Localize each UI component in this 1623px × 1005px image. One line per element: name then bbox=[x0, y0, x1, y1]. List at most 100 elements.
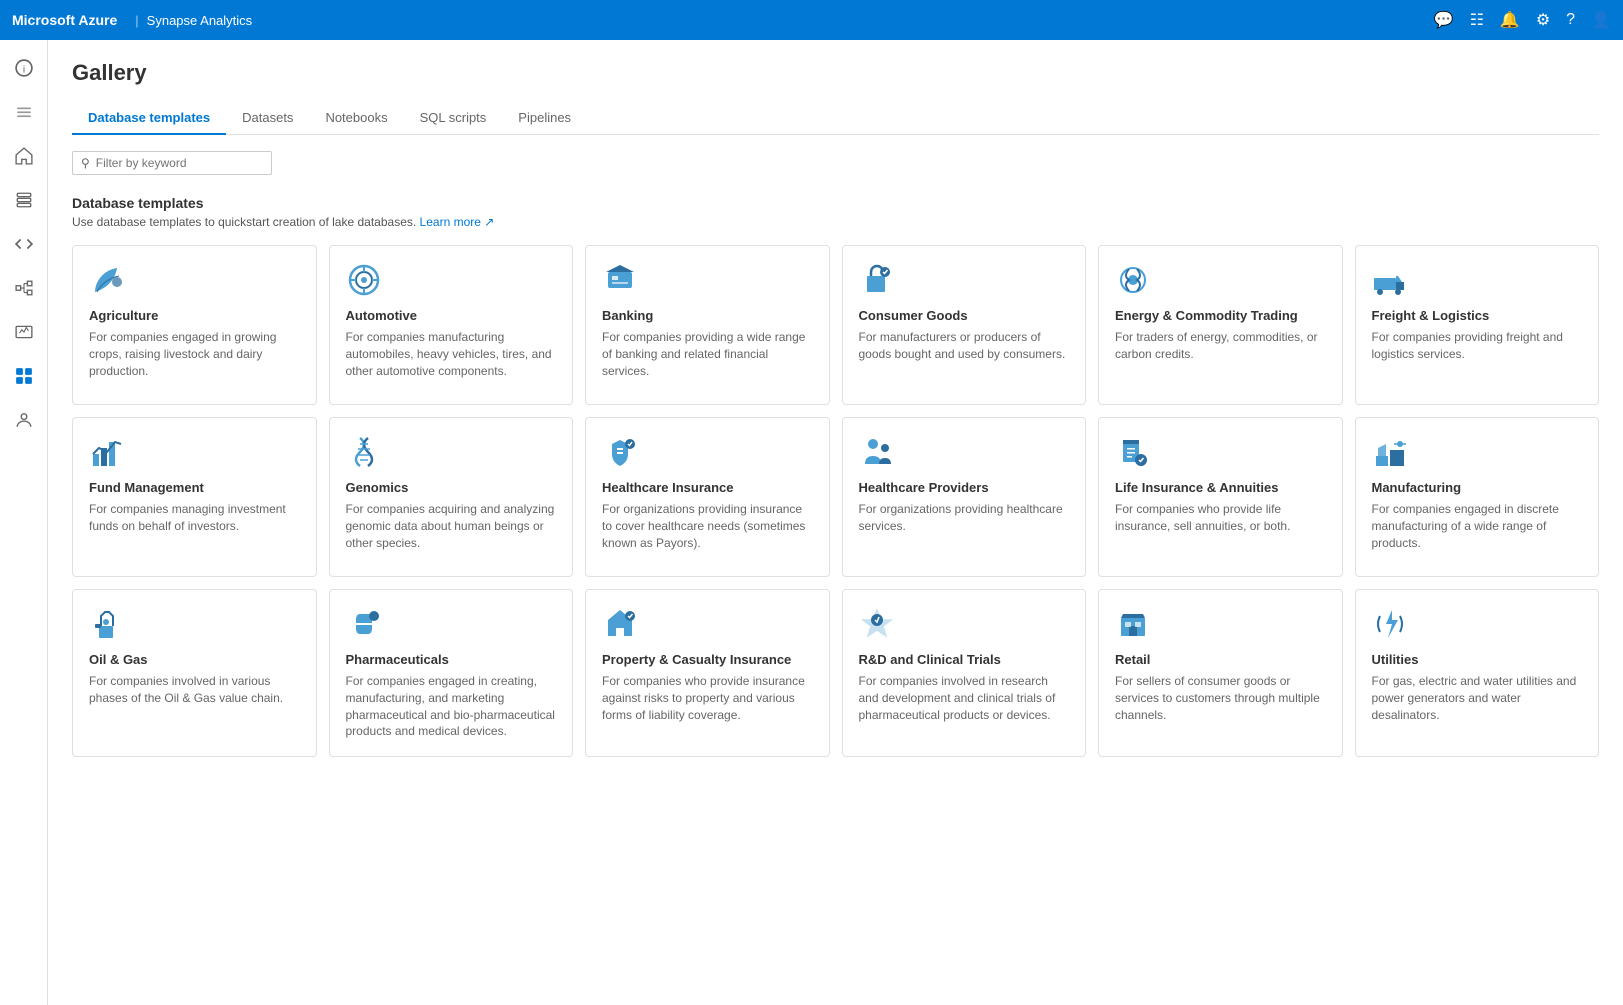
card-title-freight-logistics: Freight & Logistics bbox=[1372, 308, 1583, 323]
card-title-automotive: Automotive bbox=[346, 308, 557, 323]
sidebar-item-data[interactable] bbox=[4, 180, 44, 220]
cards-grid: Agriculture For companies engaged in gro… bbox=[72, 245, 1599, 757]
card-title-consumer-goods: Consumer Goods bbox=[859, 308, 1070, 323]
filter-icon: ⚲ bbox=[81, 156, 90, 170]
sidebar-item-gallery[interactable] bbox=[4, 356, 44, 396]
card-consumer-goods[interactable]: Consumer Goods For manufacturers or prod… bbox=[842, 245, 1087, 405]
card-automotive[interactable]: Automotive For companies manufacturing a… bbox=[329, 245, 574, 405]
card-healthcare-providers[interactable]: Healthcare Providers For organizations p… bbox=[842, 417, 1087, 577]
card-agriculture[interactable]: Agriculture For companies engaged in gro… bbox=[72, 245, 317, 405]
tab-database-templates[interactable]: Database templates bbox=[72, 102, 226, 135]
sidebar-item-monitor[interactable] bbox=[4, 312, 44, 352]
card-desc-agriculture: For companies engaged in growing crops, … bbox=[89, 329, 300, 379]
card-desc-energy-commodity: For traders of energy, commodities, or c… bbox=[1115, 329, 1326, 363]
card-banking[interactable]: Banking For companies providing a wide r… bbox=[585, 245, 830, 405]
card-title-rnd-clinical: R&D and Clinical Trials bbox=[859, 652, 1070, 667]
card-pharmaceuticals[interactable]: Pharmaceuticals For companies engaged in… bbox=[329, 589, 574, 757]
card-icon-oil-gas bbox=[89, 606, 125, 642]
card-icon-genomics bbox=[346, 434, 382, 470]
top-bar-icons: 💬 ☷ 🔔 ⚙ ? 👤 bbox=[1434, 10, 1611, 30]
section-title: Database templates bbox=[72, 195, 1599, 211]
card-icon-consumer-goods bbox=[859, 262, 895, 298]
card-desc-retail: For sellers of consumer goods or service… bbox=[1115, 673, 1326, 723]
card-energy-commodity[interactable]: Energy & Commodity Trading For traders o… bbox=[1098, 245, 1343, 405]
tabs-bar: Database templates Datasets Notebooks SQ… bbox=[72, 102, 1599, 135]
brand-separator: | bbox=[135, 13, 138, 28]
filter-input-wrapper[interactable]: ⚲ bbox=[72, 151, 272, 175]
card-title-fund-management: Fund Management bbox=[89, 480, 300, 495]
card-desc-pharmaceuticals: For companies engaged in creating, manuf… bbox=[346, 673, 557, 740]
card-utilities[interactable]: Utilities For gas, electric and water ut… bbox=[1355, 589, 1600, 757]
card-title-genomics: Genomics bbox=[346, 480, 557, 495]
card-desc-utilities: For gas, electric and water utilities an… bbox=[1372, 673, 1583, 723]
card-property-casualty[interactable]: Property & Casualty Insurance For compan… bbox=[585, 589, 830, 757]
page-title: Gallery bbox=[72, 60, 1599, 86]
card-icon-freight-logistics bbox=[1372, 262, 1408, 298]
card-title-retail: Retail bbox=[1115, 652, 1326, 667]
card-icon-life-insurance bbox=[1115, 434, 1151, 470]
card-desc-freight-logistics: For companies providing freight and logi… bbox=[1372, 329, 1583, 363]
app-layout: i Gallery Database templates bbox=[0, 40, 1623, 1005]
filter-bar: ⚲ bbox=[72, 151, 1599, 175]
sidebar-item-info[interactable]: i bbox=[4, 48, 44, 88]
card-title-manufacturing: Manufacturing bbox=[1372, 480, 1583, 495]
filter-input[interactable] bbox=[96, 156, 263, 170]
card-desc-oil-gas: For companies involved in various phases… bbox=[89, 673, 300, 707]
tab-datasets[interactable]: Datasets bbox=[226, 102, 309, 135]
tab-notebooks[interactable]: Notebooks bbox=[309, 102, 403, 135]
learn-more-link[interactable]: Learn more ↗ bbox=[420, 215, 495, 229]
card-title-healthcare-providers: Healthcare Providers bbox=[859, 480, 1070, 495]
account-icon[interactable]: 👤 bbox=[1591, 10, 1611, 30]
card-title-healthcare-insurance: Healthcare Insurance bbox=[602, 480, 813, 495]
tab-pipelines[interactable]: Pipelines bbox=[502, 102, 587, 135]
card-icon-rnd-clinical bbox=[859, 606, 895, 642]
card-title-agriculture: Agriculture bbox=[89, 308, 300, 323]
card-desc-fund-management: For companies managing investment funds … bbox=[89, 501, 300, 535]
sidebar-item-manage[interactable] bbox=[4, 400, 44, 440]
card-title-pharmaceuticals: Pharmaceuticals bbox=[346, 652, 557, 667]
card-genomics[interactable]: Genomics For companies acquiring and ana… bbox=[329, 417, 574, 577]
notifications-icon[interactable]: 🔔 bbox=[1500, 10, 1520, 30]
card-rnd-clinical[interactable]: R&D and Clinical Trials For companies in… bbox=[842, 589, 1087, 757]
card-retail[interactable]: Retail For sellers of consumer goods or … bbox=[1098, 589, 1343, 757]
card-fund-management[interactable]: Fund Management For companies managing i… bbox=[72, 417, 317, 577]
card-title-banking: Banking bbox=[602, 308, 813, 323]
card-life-insurance[interactable]: Life Insurance & Annuities For companies… bbox=[1098, 417, 1343, 577]
help-icon[interactable]: ? bbox=[1566, 11, 1575, 29]
card-icon-fund-management bbox=[89, 434, 125, 470]
card-desc-healthcare-providers: For organizations providing healthcare s… bbox=[859, 501, 1070, 535]
sidebar: i bbox=[0, 40, 48, 1005]
feedback-icon[interactable]: 💬 bbox=[1434, 10, 1454, 30]
card-healthcare-insurance[interactable]: Healthcare Insurance For organizations p… bbox=[585, 417, 830, 577]
tab-sql-scripts[interactable]: SQL scripts bbox=[404, 102, 503, 135]
section-description: Use database templates to quickstart cre… bbox=[72, 215, 1599, 229]
card-title-energy-commodity: Energy & Commodity Trading bbox=[1115, 308, 1326, 323]
card-title-property-casualty: Property & Casualty Insurance bbox=[602, 652, 813, 667]
card-oil-gas[interactable]: Oil & Gas For companies involved in vari… bbox=[72, 589, 317, 757]
card-icon-automotive bbox=[346, 262, 382, 298]
card-title-utilities: Utilities bbox=[1372, 652, 1583, 667]
settings-icon[interactable]: ⚙ bbox=[1536, 10, 1550, 30]
card-icon-banking bbox=[602, 262, 638, 298]
card-desc-rnd-clinical: For companies involved in research and d… bbox=[859, 673, 1070, 723]
card-icon-healthcare-providers bbox=[859, 434, 895, 470]
card-desc-automotive: For companies manufacturing automobiles,… bbox=[346, 329, 557, 379]
card-icon-manufacturing bbox=[1372, 434, 1408, 470]
sidebar-item-home[interactable] bbox=[4, 136, 44, 176]
card-title-oil-gas: Oil & Gas bbox=[89, 652, 300, 667]
card-icon-pharmaceuticals bbox=[346, 606, 382, 642]
card-desc-manufacturing: For companies engaged in discrete manufa… bbox=[1372, 501, 1583, 551]
card-icon-agriculture bbox=[89, 262, 125, 298]
card-manufacturing[interactable]: Manufacturing For companies engaged in d… bbox=[1355, 417, 1600, 577]
card-icon-energy-commodity bbox=[1115, 262, 1151, 298]
card-freight-logistics[interactable]: Freight & Logistics For companies provid… bbox=[1355, 245, 1600, 405]
card-desc-genomics: For companies acquiring and analyzing ge… bbox=[346, 501, 557, 551]
card-icon-property-casualty bbox=[602, 606, 638, 642]
portal-icon[interactable]: ☷ bbox=[1470, 10, 1484, 30]
sidebar-item-integrate[interactable] bbox=[4, 268, 44, 308]
card-desc-life-insurance: For companies who provide life insurance… bbox=[1115, 501, 1326, 535]
card-title-life-insurance: Life Insurance & Annuities bbox=[1115, 480, 1326, 495]
sidebar-item-expand[interactable] bbox=[4, 92, 44, 132]
sidebar-item-develop[interactable] bbox=[4, 224, 44, 264]
card-desc-property-casualty: For companies who provide insurance agai… bbox=[602, 673, 813, 723]
